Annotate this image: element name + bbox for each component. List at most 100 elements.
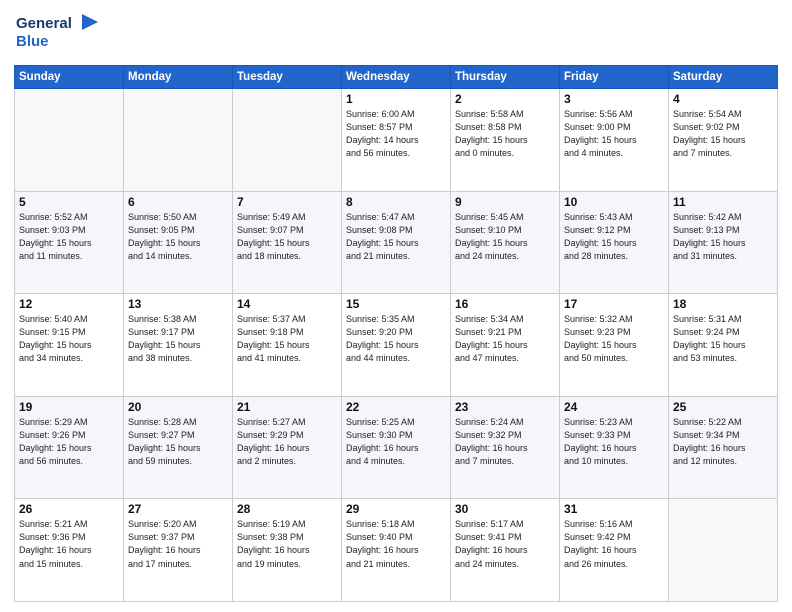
day-info: Sunrise: 5:49 AM Sunset: 9:07 PM Dayligh…: [237, 211, 337, 263]
day-info: Sunrise: 5:34 AM Sunset: 9:21 PM Dayligh…: [455, 313, 555, 365]
svg-text:Blue: Blue: [16, 33, 49, 50]
day-number: 17: [564, 297, 664, 311]
day-info: Sunrise: 5:54 AM Sunset: 9:02 PM Dayligh…: [673, 108, 773, 160]
day-number: 7: [237, 195, 337, 209]
day-cell: 23 Sunrise: 5:24 AM Sunset: 9:32 PM Dayli…: [451, 396, 560, 499]
day-number: 11: [673, 195, 773, 209]
day-number: 22: [346, 400, 446, 414]
day-cell: 8Sunrise: 5:47 AM Sunset: 9:08 PM Daylig…: [342, 191, 451, 294]
day-cell: 5 Sunrise: 5:52 AM Sunset: 9:03 PM Daylig…: [15, 191, 124, 294]
weekday-header-sunday: Sunday: [15, 66, 124, 89]
day-cell: 30 Sunrise: 5:17 AM Sunset: 9:41 PM Dayli…: [451, 499, 560, 602]
day-cell: [233, 89, 342, 192]
day-info: Sunrise: 5:52 AM Sunset: 9:03 PM Dayligh…: [19, 211, 119, 263]
day-number: 12: [19, 297, 119, 311]
weekday-header-monday: Monday: [124, 66, 233, 89]
week-row-4: 26 Sunrise: 5:21 AM Sunset: 9:36 PM Dayli…: [15, 499, 778, 602]
day-number: 3: [564, 92, 664, 106]
day-cell: 12Sunrise: 5:40 AM Sunset: 9:15 PM Dayli…: [15, 294, 124, 397]
day-number: 5: [19, 195, 119, 209]
logo: General Blue: [14, 10, 104, 59]
day-number: 10: [564, 195, 664, 209]
day-info: Sunrise: 5:31 AM Sunset: 9:24 PM Dayligh…: [673, 313, 773, 365]
day-info: Sunrise: 5:58 AM Sunset: 8:58 PM Dayligh…: [455, 108, 555, 160]
weekday-header-row: SundayMondayTuesdayWednesdayThursdayFrid…: [15, 66, 778, 89]
logo-area: General Blue: [14, 10, 104, 59]
weekday-header-wednesday: Wednesday: [342, 66, 451, 89]
day-number: 15: [346, 297, 446, 311]
day-number: 29: [346, 502, 446, 516]
day-info: Sunrise: 5:43 AM Sunset: 9:12 PM Dayligh…: [564, 211, 664, 263]
day-cell: 7 Sunrise: 5:49 AM Sunset: 9:07 PM Daylig…: [233, 191, 342, 294]
day-cell: 25 Sunrise: 5:22 AM Sunset: 9:34 PM Dayli…: [669, 396, 778, 499]
day-number: 4: [673, 92, 773, 106]
day-info: Sunrise: 5:50 AM Sunset: 9:05 PM Dayligh…: [128, 211, 228, 263]
day-number: 13: [128, 297, 228, 311]
day-info: Sunrise: 5:25 AM Sunset: 9:30 PM Dayligh…: [346, 416, 446, 468]
header: General Blue: [14, 10, 778, 59]
day-number: 30: [455, 502, 555, 516]
day-info: Sunrise: 5:21 AM Sunset: 9:36 PM Dayligh…: [19, 518, 119, 570]
day-info: Sunrise: 5:35 AM Sunset: 9:20 PM Dayligh…: [346, 313, 446, 365]
day-info: Sunrise: 5:42 AM Sunset: 9:13 PM Dayligh…: [673, 211, 773, 263]
day-cell: [124, 89, 233, 192]
day-cell: 6 Sunrise: 5:50 AM Sunset: 9:05 PM Daylig…: [124, 191, 233, 294]
calendar-table: SundayMondayTuesdayWednesdayThursdayFrid…: [14, 65, 778, 602]
day-cell: 19Sunrise: 5:29 AM Sunset: 9:26 PM Dayli…: [15, 396, 124, 499]
day-cell: 17 Sunrise: 5:32 AM Sunset: 9:23 PM Dayli…: [560, 294, 669, 397]
day-info: Sunrise: 5:20 AM Sunset: 9:37 PM Dayligh…: [128, 518, 228, 570]
day-cell: 11 Sunrise: 5:42 AM Sunset: 9:13 PM Dayli…: [669, 191, 778, 294]
day-info: Sunrise: 5:38 AM Sunset: 9:17 PM Dayligh…: [128, 313, 228, 365]
weekday-header-friday: Friday: [560, 66, 669, 89]
day-cell: 18 Sunrise: 5:31 AM Sunset: 9:24 PM Dayli…: [669, 294, 778, 397]
day-info: Sunrise: 5:47 AM Sunset: 9:08 PM Dayligh…: [346, 211, 446, 263]
day-info: Sunrise: 5:22 AM Sunset: 9:34 PM Dayligh…: [673, 416, 773, 468]
day-cell: 31 Sunrise: 5:16 AM Sunset: 9:42 PM Dayli…: [560, 499, 669, 602]
day-number: 23: [455, 400, 555, 414]
day-number: 18: [673, 297, 773, 311]
day-info: Sunrise: 5:29 AM Sunset: 9:26 PM Dayligh…: [19, 416, 119, 468]
day-info: Sunrise: 5:32 AM Sunset: 9:23 PM Dayligh…: [564, 313, 664, 365]
day-number: 24: [564, 400, 664, 414]
day-cell: 2 Sunrise: 5:58 AM Sunset: 8:58 PM Daylig…: [451, 89, 560, 192]
day-cell: 3Sunrise: 5:56 AM Sunset: 9:00 PM Daylig…: [560, 89, 669, 192]
day-number: 2: [455, 92, 555, 106]
day-number: 28: [237, 502, 337, 516]
day-number: 6: [128, 195, 228, 209]
day-cell: 26 Sunrise: 5:21 AM Sunset: 9:36 PM Dayli…: [15, 499, 124, 602]
day-number: 26: [19, 502, 119, 516]
day-cell: 14 Sunrise: 5:37 AM Sunset: 9:18 PM Dayli…: [233, 294, 342, 397]
day-info: Sunrise: 5:24 AM Sunset: 9:32 PM Dayligh…: [455, 416, 555, 468]
day-cell: 13 Sunrise: 5:38 AM Sunset: 9:17 PM Dayli…: [124, 294, 233, 397]
day-cell: [15, 89, 124, 192]
day-number: 31: [564, 502, 664, 516]
day-number: 25: [673, 400, 773, 414]
day-info: Sunrise: 5:23 AM Sunset: 9:33 PM Dayligh…: [564, 416, 664, 468]
day-cell: 16 Sunrise: 5:34 AM Sunset: 9:21 PM Dayli…: [451, 294, 560, 397]
day-number: 21: [237, 400, 337, 414]
day-cell: 27 Sunrise: 5:20 AM Sunset: 9:37 PM Dayli…: [124, 499, 233, 602]
day-info: Sunrise: 5:18 AM Sunset: 9:40 PM Dayligh…: [346, 518, 446, 570]
day-cell: 28Sunrise: 5:19 AM Sunset: 9:38 PM Dayli…: [233, 499, 342, 602]
day-cell: 24 Sunrise: 5:23 AM Sunset: 9:33 PM Dayli…: [560, 396, 669, 499]
day-info: Sunrise: 5:16 AM Sunset: 9:42 PM Dayligh…: [564, 518, 664, 570]
day-cell: 4 Sunrise: 5:54 AM Sunset: 9:02 PM Daylig…: [669, 89, 778, 192]
day-info: Sunrise: 6:00 AM Sunset: 8:57 PM Dayligh…: [346, 108, 446, 160]
day-number: 14: [237, 297, 337, 311]
day-info: Sunrise: 5:17 AM Sunset: 9:41 PM Dayligh…: [455, 518, 555, 570]
day-cell: 21Sunrise: 5:27 AM Sunset: 9:29 PM Dayli…: [233, 396, 342, 499]
day-number: 1: [346, 92, 446, 106]
day-info: Sunrise: 5:37 AM Sunset: 9:18 PM Dayligh…: [237, 313, 337, 365]
day-cell: 22 Sunrise: 5:25 AM Sunset: 9:30 PM Dayli…: [342, 396, 451, 499]
day-number: 16: [455, 297, 555, 311]
day-cell: 10 Sunrise: 5:43 AM Sunset: 9:12 PM Dayli…: [560, 191, 669, 294]
week-row-3: 19Sunrise: 5:29 AM Sunset: 9:26 PM Dayli…: [15, 396, 778, 499]
day-number: 27: [128, 502, 228, 516]
week-row-0: 1 Sunrise: 6:00 AM Sunset: 8:57 PM Daylig…: [15, 89, 778, 192]
day-cell: 9Sunrise: 5:45 AM Sunset: 9:10 PM Daylig…: [451, 191, 560, 294]
day-cell: 29 Sunrise: 5:18 AM Sunset: 9:40 PM Dayli…: [342, 499, 451, 602]
weekday-header-thursday: Thursday: [451, 66, 560, 89]
week-row-2: 12Sunrise: 5:40 AM Sunset: 9:15 PM Dayli…: [15, 294, 778, 397]
weekday-header-saturday: Saturday: [669, 66, 778, 89]
day-cell: 1 Sunrise: 6:00 AM Sunset: 8:57 PM Daylig…: [342, 89, 451, 192]
